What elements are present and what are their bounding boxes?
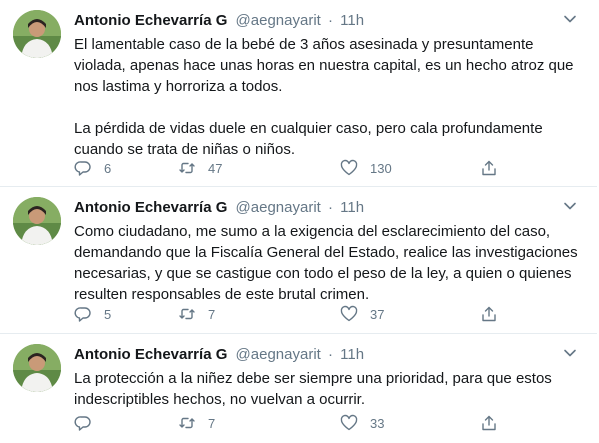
avatar[interactable]	[13, 197, 61, 245]
tweet-feed: Antonio Echevarría G @aegnayarit · 11h E…	[0, 0, 599, 443]
retweet-button[interactable]: 7	[178, 304, 215, 324]
avatar[interactable]	[13, 344, 61, 392]
chevron-down-icon[interactable]	[563, 346, 577, 360]
heart-icon	[340, 305, 358, 322]
retweet-icon	[179, 308, 195, 320]
separator: ·	[328, 12, 333, 29]
author-handle[interactable]: @aegnayarit	[236, 346, 321, 363]
reply-icon	[74, 307, 91, 322]
separator: ·	[328, 346, 333, 363]
like-count: 130	[370, 160, 392, 176]
reply-button[interactable]	[74, 413, 104, 433]
author-name[interactable]: Antonio Echevarría G	[74, 346, 227, 363]
tweet-actions: 5 7 37	[74, 304, 514, 324]
like-count: 33	[370, 415, 385, 431]
timestamp[interactable]: 11h	[340, 346, 364, 363]
share-icon	[482, 160, 496, 176]
reply-count: 5	[104, 306, 112, 322]
author-name[interactable]: Antonio Echevarría G	[74, 12, 227, 29]
chevron-down-icon[interactable]	[563, 199, 577, 213]
tweet-actions: 6 47 130	[74, 158, 514, 178]
author-handle[interactable]: @aegnayarit	[236, 199, 321, 216]
profile-photo	[13, 197, 61, 245]
separator: ·	[328, 199, 333, 216]
tweet-header: Antonio Echevarría G @aegnayarit · 11h	[74, 11, 364, 31]
heart-icon	[340, 414, 358, 431]
retweet-button[interactable]: 47	[178, 158, 222, 178]
reply-icon	[74, 161, 91, 176]
share-icon	[482, 415, 496, 431]
tweet-text: Como ciudadano, me sumo a la exigencia d…	[74, 223, 578, 303]
author-name[interactable]: Antonio Echevarría G	[74, 199, 227, 216]
like-button[interactable]: 130	[340, 158, 392, 178]
tweet[interactable]: Antonio Echevarría G @aegnayarit · 11h C…	[0, 187, 597, 334]
share-button[interactable]	[480, 158, 498, 178]
like-button[interactable]: 37	[340, 304, 384, 324]
retweet-count: 47	[208, 160, 223, 176]
tweet-header: Antonio Echevarría G @aegnayarit · 11h	[74, 198, 364, 218]
tweet-text: El lamentable caso de la bebé de 3 años …	[74, 36, 574, 158]
reply-count: 6	[104, 160, 112, 176]
timestamp[interactable]: 11h	[340, 199, 364, 216]
like-button[interactable]: 33	[340, 413, 384, 433]
retweet-icon	[179, 162, 195, 174]
author-handle[interactable]: @aegnayarit	[236, 12, 321, 29]
reply-icon	[74, 416, 91, 431]
tweet-header: Antonio Echevarría G @aegnayarit · 11h	[74, 345, 364, 365]
profile-photo	[13, 10, 61, 58]
share-button[interactable]	[480, 413, 498, 433]
tweet[interactable]: Antonio Echevarría G @aegnayarit · 11h L…	[0, 334, 597, 443]
tweet-text: La protección a la niñez debe ser siempr…	[74, 370, 552, 408]
retweet-count: 7	[208, 306, 216, 322]
retweet-button[interactable]: 7	[178, 413, 215, 433]
heart-icon	[340, 159, 358, 176]
avatar[interactable]	[13, 10, 61, 58]
share-button[interactable]	[480, 304, 498, 324]
timestamp[interactable]: 11h	[340, 12, 364, 29]
like-count: 37	[370, 306, 385, 322]
profile-photo	[13, 344, 61, 392]
tweet[interactable]: Antonio Echevarría G @aegnayarit · 11h E…	[0, 0, 597, 187]
share-icon	[482, 306, 496, 322]
tweet-actions: 7 33	[74, 413, 514, 433]
retweet-icon	[179, 417, 195, 429]
retweet-count: 7	[208, 415, 216, 431]
chevron-down-icon[interactable]	[563, 12, 577, 26]
reply-button[interactable]: 6	[74, 158, 111, 178]
reply-button[interactable]: 5	[74, 304, 111, 324]
